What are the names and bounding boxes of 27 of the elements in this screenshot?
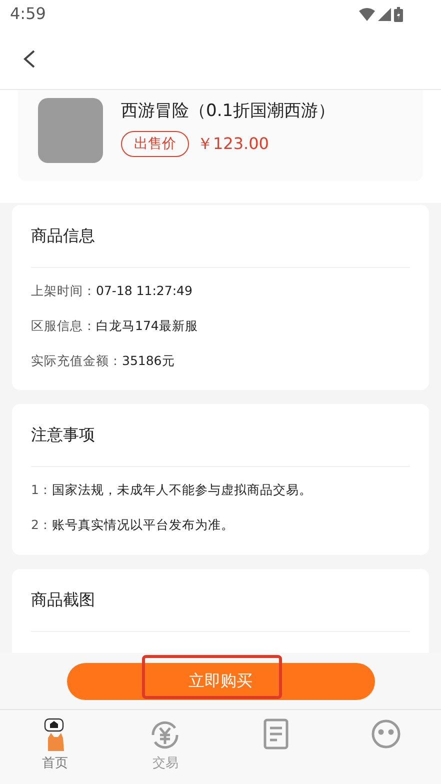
info-value: 白龙马174最新服 xyxy=(96,316,198,335)
info-label: 2： xyxy=(31,516,52,534)
info-label: 上架时间： xyxy=(31,282,96,300)
price-tag: 出售价 xyxy=(121,130,189,156)
section-title: 商品信息 xyxy=(31,225,95,247)
signal-icon xyxy=(378,8,391,20)
battery-icon xyxy=(394,6,403,22)
smiley-icon xyxy=(370,718,402,750)
tab-item[interactable]: 交易 xyxy=(110,710,220,784)
section-title: 商品截图 xyxy=(31,588,95,611)
tab-item[interactable]: 首页 xyxy=(0,710,110,784)
document-icon xyxy=(262,718,290,752)
section-title: 注意事项 xyxy=(31,424,95,446)
product-thumbnail xyxy=(38,98,103,163)
info-value: 国家法规，未成年人不能参与虚拟商品交易。 xyxy=(52,481,312,500)
info-label: 实际充值金额： xyxy=(31,352,122,370)
buy-button[interactable]: 立即购买 xyxy=(66,662,374,700)
info-value: 07-18 11:27:49 xyxy=(96,282,192,300)
status-time: 4:59 xyxy=(10,3,46,25)
info-label: 1： xyxy=(31,481,52,500)
info-value: 账号真实情况以平台发布为准。 xyxy=(52,516,234,534)
product-title: 西游冒险（0.1折国潮西游） xyxy=(121,100,336,123)
price: ￥123.00 xyxy=(197,132,269,154)
wifi-icon xyxy=(359,8,375,20)
info-label: 区服信息： xyxy=(31,316,96,335)
back-icon xyxy=(22,48,36,68)
info-value: 35186元 xyxy=(122,352,175,370)
